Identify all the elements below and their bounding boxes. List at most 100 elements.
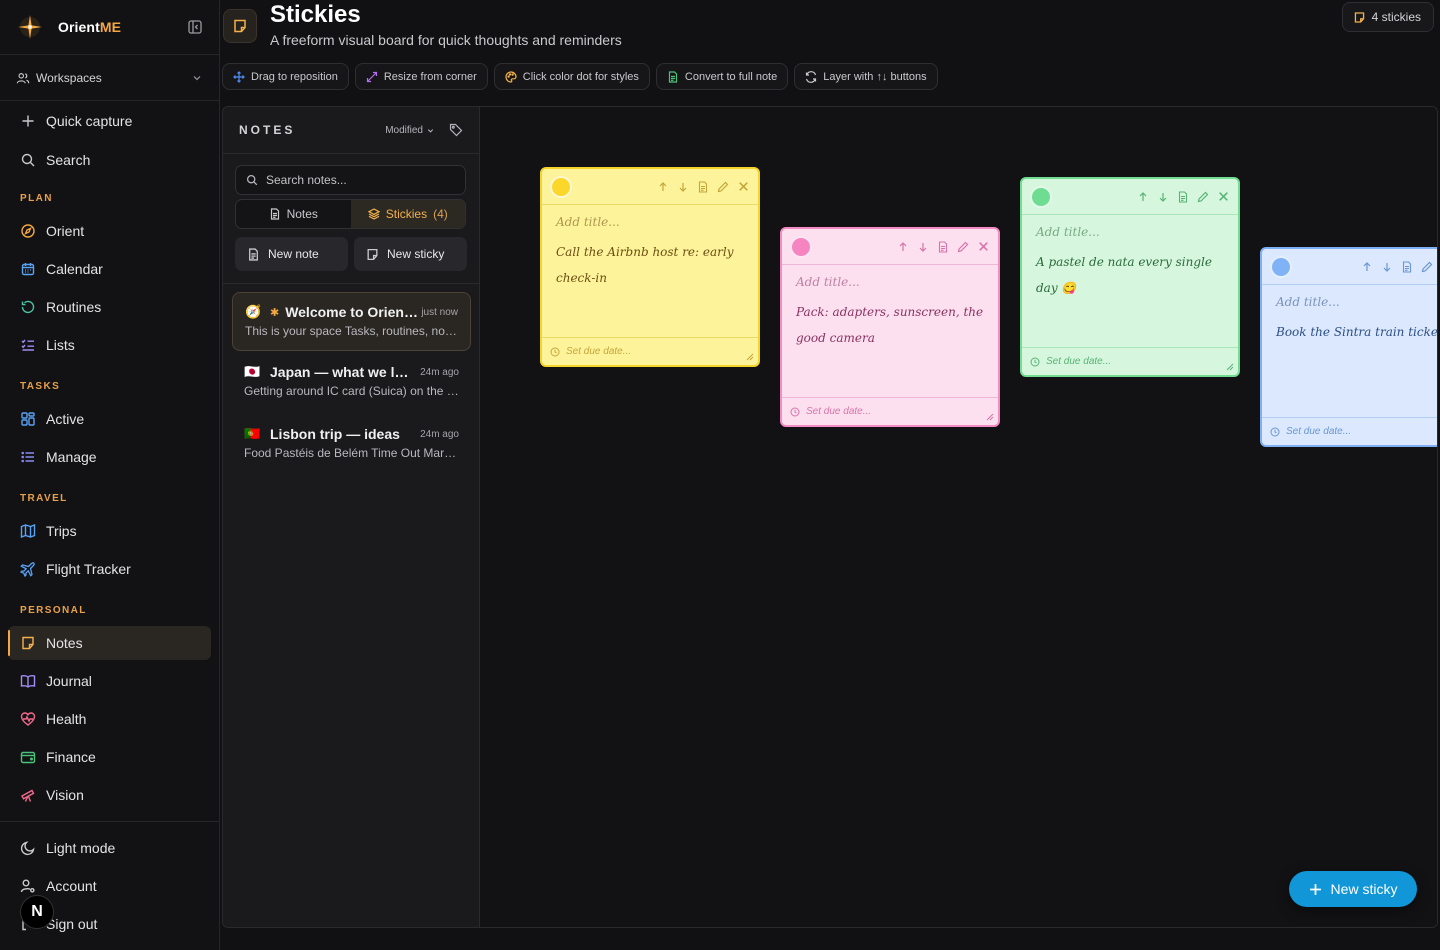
due-date-placeholder: Set due date...	[806, 406, 872, 417]
layers-icon	[806, 70, 817, 83]
tab-stickies[interactable]: Stickies (4)	[350, 200, 465, 228]
pencil-icon[interactable]	[1196, 190, 1210, 204]
note-preview: This is your space Tasks, routines, note…	[245, 324, 458, 338]
tag-icon[interactable]	[449, 123, 463, 137]
hint-drag: Drag to reposition	[222, 63, 349, 90]
sticky-text[interactable]: Call the Airbnb host re: early check-in	[556, 239, 744, 291]
new-note-button[interactable]: New note	[235, 237, 348, 271]
sticky-text[interactable]: A pastel de nata every single day 😋	[1036, 249, 1224, 301]
arrow-down-icon[interactable]	[1380, 260, 1394, 274]
pencil-icon[interactable]	[956, 240, 970, 254]
note-emoji: 🧭	[245, 304, 262, 319]
note-list-item[interactable]: 🇯🇵 Japan — what we learned 24m ago Getti…	[232, 353, 471, 412]
sticky-due-date[interactable]: Set due date...	[1262, 417, 1437, 445]
due-date-placeholder: Set due date...	[566, 346, 632, 357]
stickies-count-label: 4 stickies	[1371, 10, 1421, 24]
color-dot[interactable]	[550, 175, 572, 198]
sidebar-item-label: Vision	[46, 787, 84, 803]
close-icon[interactable]	[976, 240, 990, 254]
note-time: 24m ago	[420, 366, 459, 378]
sidebar-item-notes[interactable]: Notes	[8, 626, 211, 660]
document-icon[interactable]	[1400, 260, 1414, 274]
sticky-note[interactable]: Add title... Pack: adapters, sunscreen, …	[780, 227, 1000, 427]
sidebar-item-lists[interactable]: Lists	[8, 328, 211, 362]
tab-notes[interactable]: Notes	[236, 200, 351, 228]
resize-handle-icon[interactable]	[1224, 361, 1234, 371]
arrow-down-icon[interactable]	[916, 240, 930, 254]
sticky-title-input[interactable]: Add title...	[796, 275, 984, 291]
arrow-down-icon[interactable]	[1156, 190, 1170, 204]
sidebar-item-active[interactable]: Active	[8, 402, 211, 436]
close-icon[interactable]	[1216, 190, 1230, 204]
sticky-canvas[interactable]: Add title... Call the Airbnb host re: ea…	[480, 107, 1437, 927]
sidebar-item-manage[interactable]: Manage	[8, 440, 211, 474]
document-icon[interactable]	[936, 240, 950, 254]
wallet-icon	[20, 751, 36, 764]
close-icon[interactable]	[736, 180, 750, 194]
color-dot[interactable]	[1030, 185, 1052, 208]
sidebar-item-label: Search	[46, 152, 91, 168]
sidebar-item-calendar[interactable]: Calendar	[8, 252, 211, 286]
sidebar-item-orient[interactable]: Orient	[8, 214, 211, 248]
sidebar-item-health[interactable]: Health	[8, 702, 211, 736]
sort-dropdown[interactable]: Modified	[385, 125, 435, 136]
sidebar-item-label: Quick capture	[46, 113, 133, 129]
document-icon[interactable]	[1176, 190, 1190, 204]
clock-icon	[550, 347, 560, 356]
sidebar-collapse-icon[interactable]	[187, 19, 203, 35]
sticky-due-date[interactable]: Set due date...	[542, 337, 758, 365]
arrow-up-icon[interactable]	[1360, 260, 1374, 274]
brand: OrientME	[0, 0, 219, 55]
sidebar-item-journal[interactable]: Journal	[8, 664, 211, 698]
sidebar-item-label: Calendar	[46, 261, 103, 277]
resize-handle-icon[interactable]	[984, 411, 994, 421]
sticky-title-input[interactable]: Add title...	[556, 215, 744, 231]
sidebar-item-routines[interactable]: Routines	[8, 290, 211, 324]
sticky-text[interactable]: Book the Sintra train tickets	[1276, 319, 1437, 345]
search-icon	[246, 174, 258, 186]
palette-icon	[505, 70, 517, 83]
brand-name: OrientME	[58, 19, 121, 35]
sticky-title-input[interactable]: Add title...	[1036, 225, 1224, 241]
sidebar-item-trips[interactable]: Trips	[8, 514, 211, 548]
note-list-item[interactable]: 🧭 ✱ Welcome to OrientME just now This is…	[232, 292, 471, 351]
workspaces-dropdown[interactable]: Workspaces	[0, 55, 219, 101]
arrow-up-icon[interactable]	[1136, 190, 1150, 204]
note-list-item[interactable]: 🇵🇹 Lisbon trip — ideas 24m ago Food Past…	[232, 415, 471, 474]
sidebar-item-flight-tracker[interactable]: Flight Tracker	[8, 552, 211, 586]
sticky-title-input[interactable]: Add title...	[1276, 295, 1437, 311]
sticky-note[interactable]: Add title... Call the Airbnb host re: ea…	[540, 167, 760, 367]
sticky-due-date[interactable]: Set due date...	[782, 397, 998, 425]
section-label-travel: TRAVEL	[20, 493, 68, 504]
sticky-due-date[interactable]: Set due date...	[1022, 347, 1238, 375]
page-icon	[223, 9, 257, 43]
arrow-up-icon[interactable]	[896, 240, 910, 254]
sidebar-item-search[interactable]: Search	[8, 143, 211, 177]
sidebar-item-light-mode[interactable]: Light mode	[8, 831, 211, 865]
sidebar-item-quick-capture[interactable]: Quick capture	[8, 104, 211, 138]
tab-label: Notes	[286, 207, 318, 221]
new-sticky-button[interactable]: New sticky	[354, 237, 467, 271]
next-dev-badge[interactable]: N	[20, 895, 54, 929]
sticky-note[interactable]: Add title... A pastel de nata every sing…	[1020, 177, 1240, 377]
arrow-down-icon[interactable]	[676, 180, 690, 194]
sticky-note[interactable]: Add title... Book the Sintra train ticke…	[1260, 247, 1437, 447]
note-emoji: 🇯🇵	[244, 364, 261, 379]
arrow-up-icon[interactable]	[656, 180, 670, 194]
hint-label: Drag to reposition	[251, 70, 338, 83]
sticky-text[interactable]: Pack: adapters, sunscreen, the good came…	[796, 299, 984, 351]
due-date-placeholder: Set due date...	[1046, 356, 1112, 367]
pencil-icon[interactable]	[1420, 260, 1434, 274]
notes-search-input[interactable]	[266, 173, 456, 187]
sticky-note-icon	[367, 248, 378, 260]
resize-handle-icon[interactable]	[744, 351, 754, 361]
sidebar-item-finance[interactable]: Finance	[8, 740, 211, 774]
new-sticky-fab[interactable]: New sticky	[1289, 871, 1417, 907]
color-dot[interactable]	[1270, 255, 1292, 278]
document-icon[interactable]	[696, 180, 710, 194]
sidebar: OrientME Workspaces Quick capture Search…	[0, 0, 220, 950]
color-dot[interactable]	[790, 235, 812, 258]
pencil-icon[interactable]	[716, 180, 730, 194]
sidebar-item-vision[interactable]: Vision	[8, 778, 211, 812]
sidebar-item-label: Health	[46, 711, 87, 727]
